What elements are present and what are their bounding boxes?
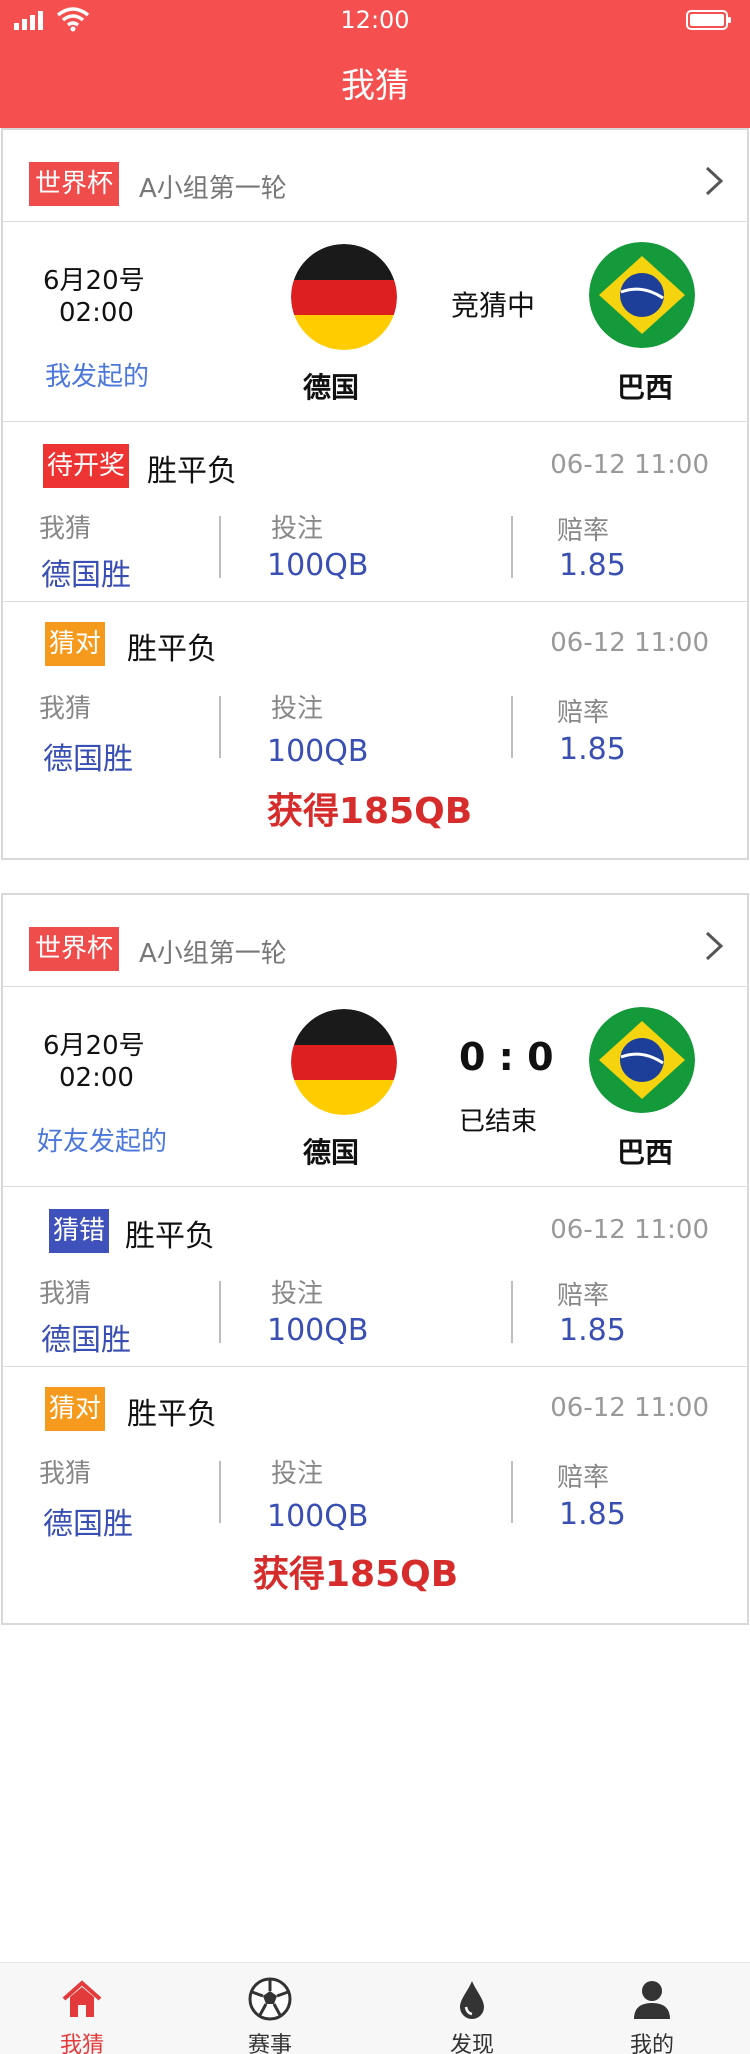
drop-icon [460, 1981, 484, 2019]
match-time: 02:00 [59, 298, 134, 328]
guess-value: 德国胜 [43, 742, 133, 777]
divider [219, 1461, 221, 1523]
status-badge: 猜对 [45, 622, 106, 666]
stake-label: 投注 [271, 1279, 324, 1309]
guess-label: 我猜 [39, 694, 92, 724]
tab-discover[interactable]: 发现 [412, 1963, 532, 2054]
odds-value: 1.85 [559, 732, 626, 767]
match-status: 已结束 [459, 1107, 538, 1137]
soccer-ball-icon [248, 1977, 292, 2021]
match-status: 竞猜中 [451, 289, 536, 322]
initiator-link[interactable]: 好友发起的 [37, 1121, 167, 1158]
chevron-right-icon[interactable] [701, 164, 727, 198]
status-badge: 待开奖 [43, 444, 130, 488]
guess-label: 我猜 [39, 514, 92, 544]
round-label: A小组第一轮 [139, 174, 287, 204]
guess-value: 德国胜 [43, 1507, 133, 1542]
status-time: 12:00 [340, 6, 410, 34]
bet-type: 胜平负 [127, 1397, 217, 1432]
odds-value: 1.85 [559, 1497, 626, 1532]
match-date: 6月20号 [43, 1031, 145, 1061]
bet-row[interactable]: 猜对 胜平负 06-12 11:00 我猜 德国胜 投注 100QB 赔率 1.… [3, 1369, 747, 1625]
away-team: 巴西 [617, 371, 674, 404]
home-team: 德国 [303, 371, 360, 404]
bet-type: 胜平负 [125, 1219, 215, 1254]
chevron-right-icon[interactable] [701, 929, 727, 963]
brazil-flag-icon [589, 1007, 695, 1113]
match-score: 0 : 0 [459, 1035, 554, 1079]
tab-label: 发现 [449, 2033, 494, 2054]
match-info: 6月20号 02:00 好友发起的 德国 0 : 0 已结束 巴西 [3, 987, 747, 1187]
tab-label: 我的 [629, 2033, 674, 2054]
guess-label: 我猜 [39, 1279, 92, 1309]
away-team: 巴西 [617, 1136, 674, 1169]
stake-value: 100QB [267, 548, 369, 583]
germany-flag-icon [291, 244, 397, 350]
odds-value: 1.85 [559, 548, 626, 583]
stake-label: 投注 [271, 514, 324, 544]
divider [219, 1281, 221, 1343]
bet-row[interactable]: 猜对 胜平负 06-12 11:00 我猜 德国胜 投注 100QB 赔率 1.… [3, 604, 747, 860]
guess-value: 德国胜 [41, 558, 131, 593]
guess-card: 世界杯 A小组第一轮 6月20号 02:00 好友发起的 德国 0 : 0 已结… [1, 893, 749, 1625]
initiator-link[interactable]: 我发起的 [45, 356, 149, 393]
tournament-tag: 世界杯 [29, 927, 120, 971]
page-title: 我猜 [341, 66, 409, 106]
guess-value: 德国胜 [41, 1323, 131, 1358]
divider [511, 696, 513, 758]
divider [219, 696, 221, 758]
round-label: A小组第一轮 [139, 939, 287, 969]
tournament-tag: 世界杯 [29, 162, 120, 206]
user-icon [634, 1981, 670, 2019]
divider [219, 516, 221, 578]
match-time: 02:00 [59, 1063, 134, 1093]
divider [511, 516, 513, 578]
divider [511, 1461, 513, 1523]
odds-label: 赔率 [557, 1281, 610, 1311]
card-header[interactable]: 世界杯 A小组第一轮 [3, 895, 747, 987]
tab-mine[interactable]: 我的 [592, 1963, 712, 2054]
bet-type: 胜平负 [147, 454, 237, 489]
divider [511, 1281, 513, 1343]
odds-value: 1.85 [559, 1313, 626, 1348]
status-badge: 猜错 [49, 1209, 110, 1253]
odds-label: 赔率 [557, 516, 610, 546]
bet-time: 06-12 11:00 [550, 1215, 709, 1245]
status-badge: 猜对 [45, 1387, 106, 1431]
stake-value: 100QB [267, 1313, 369, 1348]
bet-type: 胜平负 [127, 632, 217, 667]
bet-time: 06-12 11:00 [550, 1393, 709, 1423]
winnings-text: 获得185QB [267, 791, 473, 832]
card-header[interactable]: 世界杯 A小组第一轮 [3, 130, 747, 222]
battery-icon [686, 10, 731, 30]
match-date: 6月20号 [43, 266, 145, 296]
tab-matches[interactable]: 赛事 [210, 1963, 330, 2054]
tab-label: 我猜 [59, 2033, 104, 2054]
guess-label: 我猜 [39, 1459, 92, 1489]
home-icon [62, 1980, 102, 2017]
stake-label: 投注 [271, 1459, 324, 1489]
bet-time: 06-12 11:00 [550, 628, 709, 658]
odds-label: 赔率 [557, 698, 610, 728]
tab-my-guess[interactable]: 我猜 [22, 1963, 142, 2054]
stake-value: 100QB [267, 1499, 369, 1534]
stake-label: 投注 [271, 694, 324, 724]
tab-bar: 我猜 赛事 发现 我的 [0, 1962, 750, 2054]
tab-label: 赛事 [247, 2033, 292, 2054]
bet-row[interactable]: 待开奖 胜平负 06-12 11:00 我猜 德国胜 投注 100QB 赔率 1… [3, 422, 747, 602]
winnings-text: 获得185QB [253, 1554, 459, 1595]
brazil-flag-icon [589, 242, 695, 348]
home-team: 德国 [303, 1136, 360, 1169]
app-header: 12:00 我猜 [0, 0, 750, 128]
guess-card: 世界杯 A小组第一轮 6月20号 02:00 我发起的 德国 竞猜中 巴西 待开… [1, 128, 749, 860]
status-bar: 12:00 [0, 0, 750, 40]
bet-row[interactable]: 猜错 胜平负 06-12 11:00 我猜 德国胜 投注 100QB 赔率 1.… [3, 1187, 747, 1367]
match-info: 6月20号 02:00 我发起的 德国 竞猜中 巴西 [3, 222, 747, 422]
odds-label: 赔率 [557, 1463, 610, 1493]
germany-flag-icon [291, 1009, 397, 1115]
bet-time: 06-12 11:00 [550, 450, 709, 480]
stake-value: 100QB [267, 734, 369, 769]
